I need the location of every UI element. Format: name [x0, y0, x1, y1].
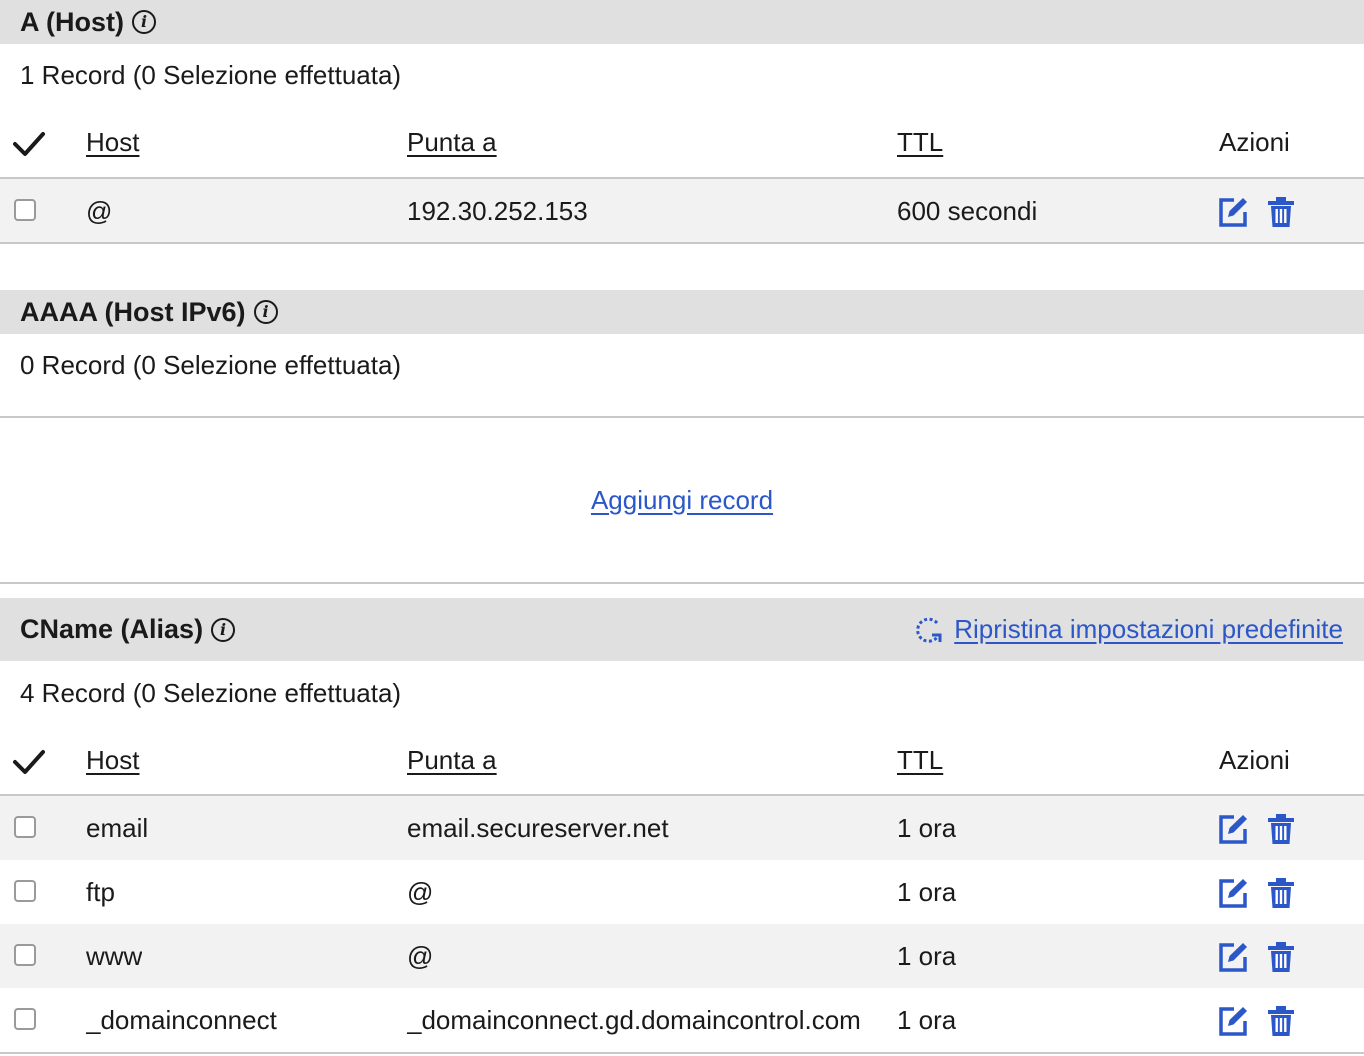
cell-points-to: 192.30.252.153 — [407, 196, 588, 226]
column-points-to[interactable]: Punta a — [407, 127, 497, 158]
column-actions: Azioni — [1219, 127, 1290, 157]
cell-points-to: @ — [407, 941, 434, 971]
section-title-aaaa: AAAA (Host IPv6) — [20, 296, 246, 327]
row-checkbox[interactable] — [14, 199, 36, 221]
trash-icon[interactable] — [1264, 1004, 1298, 1038]
table-row: email email.secureserver.net 1 ora — [0, 796, 1364, 860]
edit-icon[interactable] — [1216, 876, 1250, 910]
info-icon[interactable]: i — [253, 300, 278, 324]
row-checkbox[interactable] — [14, 880, 36, 902]
divider — [0, 242, 1364, 244]
refresh-icon — [916, 617, 942, 643]
table-row: _domainconnect _domainconnect.gd.domainc… — [0, 988, 1364, 1052]
cell-host: _domainconnect — [86, 1005, 277, 1035]
column-ttl[interactable]: TTL — [897, 745, 943, 776]
divider — [0, 416, 1364, 418]
cell-ttl: 1 ora — [897, 813, 957, 843]
column-ttl[interactable]: TTL — [897, 127, 943, 158]
trash-icon[interactable] — [1264, 940, 1298, 974]
record-count-cname: 4 Record (0 Selezione effettuata) — [20, 678, 402, 708]
table-row: ftp @ 1 ora — [0, 860, 1364, 924]
add-record-link[interactable]: Aggiungi record — [0, 485, 1364, 516]
edit-icon[interactable] — [1216, 195, 1250, 229]
record-count-aaaa: 0 Record (0 Selezione effettuata) — [20, 350, 402, 380]
select-all-checkmark-icon[interactable] — [12, 126, 46, 160]
cell-ttl: 1 ora — [897, 1005, 957, 1035]
select-all-checkmark-icon[interactable] — [12, 744, 46, 778]
table-row: @ 192.30.252.153 600 secondi — [0, 179, 1364, 243]
cell-host: @ — [86, 196, 113, 226]
restore-defaults-label: Ripristina impostazioni predefinite — [954, 614, 1343, 644]
info-icon[interactable]: i — [131, 10, 156, 34]
divider — [0, 582, 1364, 584]
record-count-a: 1 Record (0 Selezione effettuata) — [20, 60, 402, 90]
cell-ttl: 1 ora — [897, 877, 957, 907]
section-header-cname: CName (Alias) i Ripristina impostazioni … — [0, 598, 1364, 661]
section-title-cname: CName (Alias) — [20, 614, 204, 644]
row-checkbox[interactable] — [14, 1008, 36, 1030]
section-title-a: A (Host) — [20, 6, 124, 37]
section-header-aaaa: AAAA (Host IPv6) i — [0, 290, 1364, 334]
cell-host: ftp — [86, 877, 115, 907]
table-row: www @ 1 ora — [0, 924, 1364, 988]
restore-defaults-link[interactable]: Ripristina impostazioni predefinite — [914, 614, 1343, 645]
trash-icon[interactable] — [1264, 812, 1298, 846]
edit-icon[interactable] — [1216, 812, 1250, 846]
info-icon[interactable]: i — [211, 617, 236, 642]
row-checkbox[interactable] — [14, 944, 36, 966]
column-actions: Azioni — [1219, 745, 1290, 775]
cell-points-to: _domainconnect.gd.domaincontrol.com — [407, 1005, 861, 1035]
section-header-a: A (Host) i — [0, 0, 1364, 44]
cell-points-to: @ — [407, 877, 434, 907]
column-host[interactable]: Host — [86, 745, 139, 776]
edit-icon[interactable] — [1216, 1004, 1250, 1038]
trash-icon[interactable] — [1264, 876, 1298, 910]
cell-points-to: email.secureserver.net — [407, 813, 669, 843]
column-points-to[interactable]: Punta a — [407, 745, 497, 776]
divider — [0, 1052, 1364, 1054]
edit-icon[interactable] — [1216, 940, 1250, 974]
trash-icon[interactable] — [1264, 195, 1298, 229]
row-checkbox[interactable] — [14, 816, 36, 838]
cell-host: www — [86, 941, 143, 971]
cell-host: email — [86, 813, 149, 843]
column-host[interactable]: Host — [86, 127, 139, 158]
cell-ttl: 600 secondi — [897, 196, 1038, 226]
cell-ttl: 1 ora — [897, 941, 957, 971]
